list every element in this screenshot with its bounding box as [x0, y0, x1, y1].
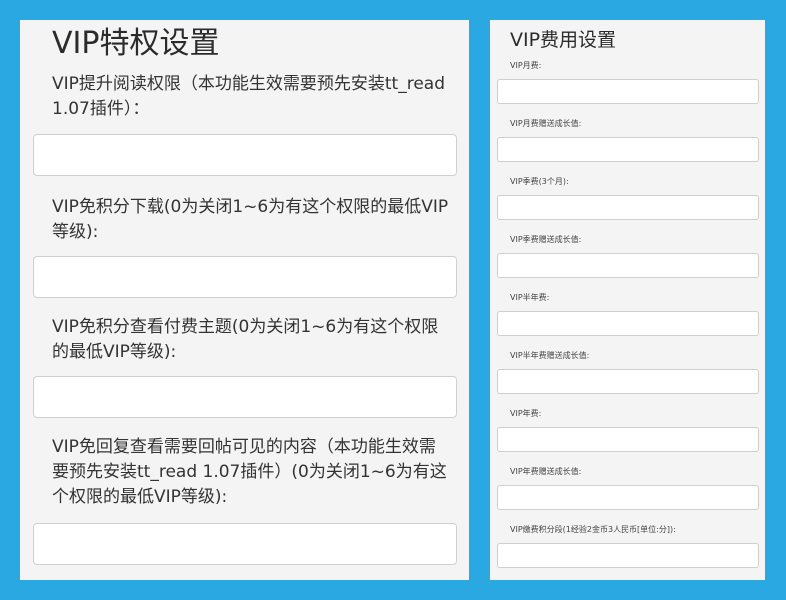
annual-fee-input[interactable] [497, 427, 759, 452]
read-permission-input[interactable] [33, 134, 457, 176]
monthly-fee-input[interactable] [497, 79, 759, 104]
quarterly-bonus-label: VIP季费赠送成长值: [510, 235, 582, 244]
free-download-label: VIP免积分下载(0为关闭1~6为有这个权限的最低VIP等级): [52, 197, 449, 242]
free-paid-topic-input[interactable] [33, 376, 457, 418]
annual-bonus-label: VIP年费赠送成长值: [510, 467, 582, 476]
monthly-fee-label: VIP月费: [510, 61, 542, 70]
free-reply-view-input[interactable] [33, 523, 457, 565]
free-paid-topic-label: VIP免积分查看付费主题(0为关闭1~6为有这个权限的最低VIP等级): [52, 317, 439, 362]
vip-privilege-panel: VIP特权设置 VIP提升阅读权限（本功能生效需要预先安装tt_read 1.0… [20, 20, 469, 580]
vip-privilege-title: VIP特权设置 [52, 26, 220, 61]
read-permission-label: VIP提升阅读权限（本功能生效需要预先安装tt_read 1.07插件）： [52, 74, 446, 119]
payment-points-input[interactable] [497, 543, 759, 568]
free-reply-view-label: VIP免回复查看需要回帖可见的内容（本功能生效需要预先安装tt_read 1.0… [52, 437, 447, 507]
payment-points-label: VIP缴费积分段(1经验2金币3人民币[单位:分]): [510, 525, 676, 534]
halfyear-fee-label: VIP半年费: [510, 293, 550, 302]
halfyear-bonus-input[interactable] [497, 369, 759, 394]
annual-fee-label: VIP年费: [510, 409, 542, 418]
free-download-input[interactable] [33, 256, 457, 298]
quarterly-bonus-input[interactable] [497, 253, 759, 278]
vip-fee-panel: VIP费用设置 VIP月费: VIP月费赠送成长值: VIP季费(3个月): V… [490, 20, 765, 580]
halfyear-bonus-label: VIP半年费赠送成长值: [510, 351, 590, 360]
vip-fee-title: VIP费用设置 [510, 29, 617, 51]
halfyear-fee-input[interactable] [497, 311, 759, 336]
quarterly-fee-input[interactable] [497, 195, 759, 220]
monthly-bonus-label: VIP月费赠送成长值: [510, 119, 582, 128]
monthly-bonus-input[interactable] [497, 137, 759, 162]
annual-bonus-input[interactable] [497, 485, 759, 510]
quarterly-fee-label: VIP季费(3个月): [510, 177, 569, 186]
